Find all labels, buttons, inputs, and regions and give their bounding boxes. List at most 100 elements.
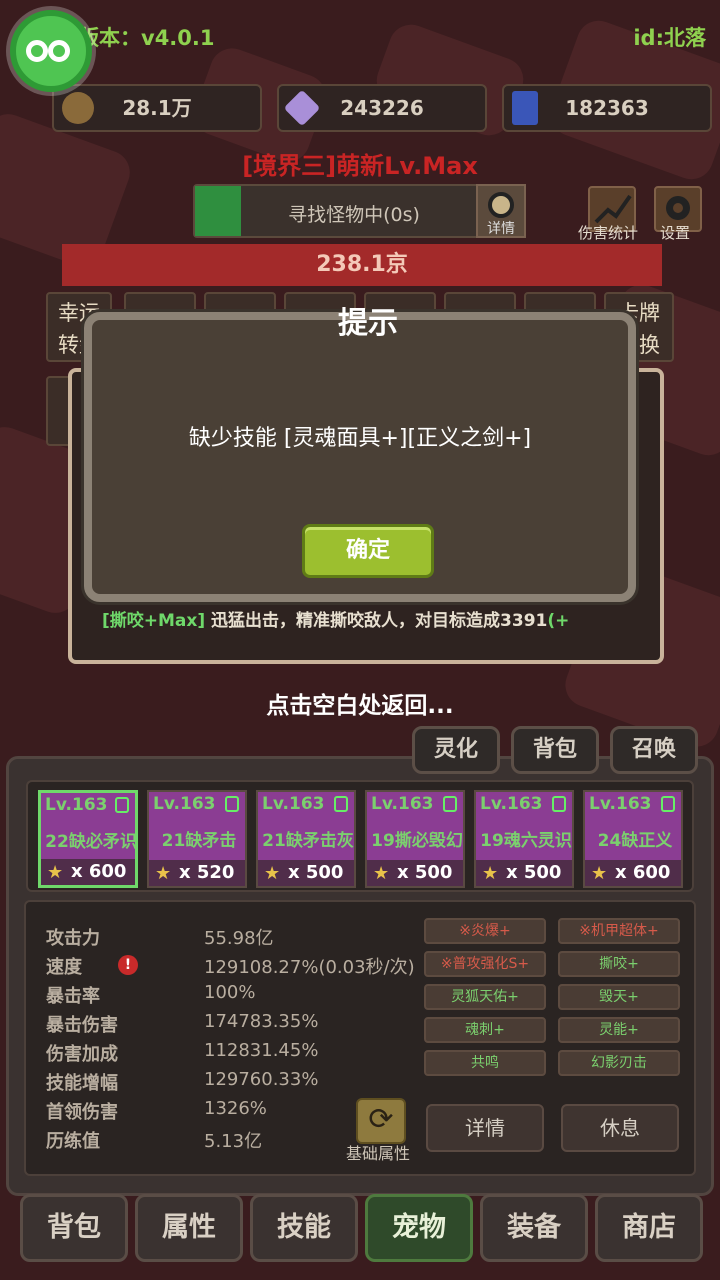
nav-button[interactable]: 技能 [250,1194,358,1262]
resource-crystals: 243226 [277,84,487,132]
star-icon: ★ [591,863,608,884]
nav-button[interactable]: 背包 [20,1194,128,1262]
resource-cards: 182363 [502,84,712,132]
pet-name: 21缺矛击灰 [262,831,354,851]
pet-card[interactable]: Lv.163 22缺必矛识 ★ x 600 [38,790,138,888]
return-hint[interactable]: 点击空白处返回... [0,686,720,720]
skill-chip[interactable]: 灵狐天佑+ [424,984,546,1010]
stat-value: 100% [204,982,256,1003]
user-id-label: id:北落 [633,26,706,50]
skill-chip[interactable]: ※炎爆+ [424,918,546,944]
skill-chip[interactable]: 撕咬+ [558,951,680,977]
lock-icon [443,796,457,812]
stat-value: 1326% [204,1098,267,1119]
pet-card[interactable]: Lv.163 21缺矛击 ★ x 520 [147,790,247,888]
lock-icon [552,796,566,812]
pet-count-bar: ★ x 600 [41,859,135,885]
stat-label: 首领伤害 [46,1102,118,1123]
pet-name: 22缺必矛识 [45,832,137,852]
star-icon: ★ [373,863,390,884]
pet-count-bar: ★ x 500 [258,860,354,886]
stat-label: 暴击率 [46,986,100,1007]
search-detail-button[interactable]: 详情 [476,184,526,238]
nav-button[interactable]: 属性 [135,1194,243,1262]
pet-level: Lv.163 [589,794,652,814]
lock-icon [115,797,129,813]
skill-chip[interactable]: 毁天+ [558,984,680,1010]
pet-count: x 520 [179,862,235,883]
resource-coins: 28.1万 [52,84,262,132]
realm-title: [境界三]萌新Lv.Max [242,152,478,180]
skill-chip[interactable]: 共鸣 [424,1050,546,1076]
pet-level: Lv.163 [262,794,325,814]
skill-chip[interactable]: ※普攻强化S+ [424,951,546,977]
pet-card[interactable]: Lv.163 24缺正义 ★ x 600 [583,790,683,888]
search-detail-label: 详情 [487,221,515,237]
info-icon[interactable]: ! [118,955,138,975]
resource-value: 182363 [565,96,649,120]
confirm-button[interactable]: 确定 [302,524,434,578]
pet-list: Lv.163 22缺必矛识 ★ x 600 Lv.163 21缺矛击 ★ x 520 L… [26,780,694,892]
lock-icon [334,796,348,812]
nav-button[interactable]: 宠物 [365,1194,473,1262]
tab-bag[interactable]: 背包 [511,726,599,774]
nav-button[interactable]: 装备 [480,1194,588,1262]
tab-spiritize[interactable]: 灵化 [412,726,500,774]
rest-button[interactable]: 休息 [561,1104,679,1152]
pet-name: 19魂六灵识 [480,831,572,851]
skill-chip[interactable]: ※机甲超体+ [558,918,680,944]
detail-button[interactable]: 详情 [426,1104,544,1152]
version-label: 版本：v4.0.1 [78,26,215,50]
stat-value: 129108.27%(0.03秒/次) [204,957,415,978]
card-icon [512,91,538,125]
pet-card[interactable]: Lv.163 19魂六灵识 ★ x 500 [474,790,574,888]
refresh-icon[interactable]: ⟳ [356,1098,406,1144]
skill-chip[interactable]: 魂刺+ [424,1017,546,1043]
pet-card[interactable]: Lv.163 19撕必毁幻 ★ x 500 [365,790,465,888]
pet-count: x 500 [288,862,344,883]
stat-label: 历练值 [46,1131,100,1152]
resource-value: 28.1万 [122,96,192,120]
pet-level: Lv.163 [371,794,434,814]
floating-link-button[interactable] [10,10,92,92]
crystal-icon [283,89,321,127]
damage-stats-label: 伤害统计 [578,224,639,242]
stat-value: 129760.33% [204,1069,319,1090]
hint-dialog: 提示 缺少技能 [灵魂面具+][正义之剑+] 确定 [84,306,636,602]
nav-button[interactable]: 商店 [595,1194,703,1262]
stat-label: 攻击力 [46,928,100,949]
star-icon: ★ [482,863,499,884]
stat-value: 55.98亿 [204,928,274,949]
pet-count-bar: ★ x 500 [476,860,572,886]
skill-chip[interactable]: 幻影刃击 [558,1050,680,1076]
dialog-message: 缺少技能 [灵魂面具+][正义之剑+] [188,426,532,451]
lock-icon [661,796,675,812]
pet-count: x 600 [71,861,127,882]
settings-label: 设置 [660,224,691,242]
pet-level: Lv.163 [480,794,543,814]
lock-icon [225,796,239,812]
base-attr-label[interactable]: 基础属性 [346,1140,410,1164]
skill-tail: (+ [547,611,570,631]
pet-count: x 500 [397,862,453,883]
pet-name: 21缺矛击 [161,831,237,851]
pet-name: 24缺正义 [597,831,673,851]
stat-label: 技能增幅 [46,1073,118,1094]
pet-card[interactable]: Lv.163 21缺矛击灰 ★ x 500 [256,790,356,888]
pet-count-bar: ★ x 520 [149,860,245,886]
star-icon: ★ [264,863,281,884]
pet-count-bar: ★ x 600 [585,860,681,886]
monster-hp-bar: 238.1京 [62,244,662,286]
magnifier-icon [488,192,514,218]
dialog-title: 提示 [338,306,398,341]
pet-level: Lv.163 [153,794,216,814]
pet-count: x 600 [615,862,671,883]
stat-value: 174783.35% [204,1011,319,1032]
stat-label: 暴击伤害 [46,1015,118,1036]
star-icon: ★ [47,862,64,883]
resource-value: 243226 [340,96,424,120]
tab-summon[interactable]: 召唤 [610,726,698,774]
skill-chip[interactable]: 灵能+ [558,1017,680,1043]
stat-value: 112831.45% [204,1040,319,1061]
coin-icon [62,92,94,124]
